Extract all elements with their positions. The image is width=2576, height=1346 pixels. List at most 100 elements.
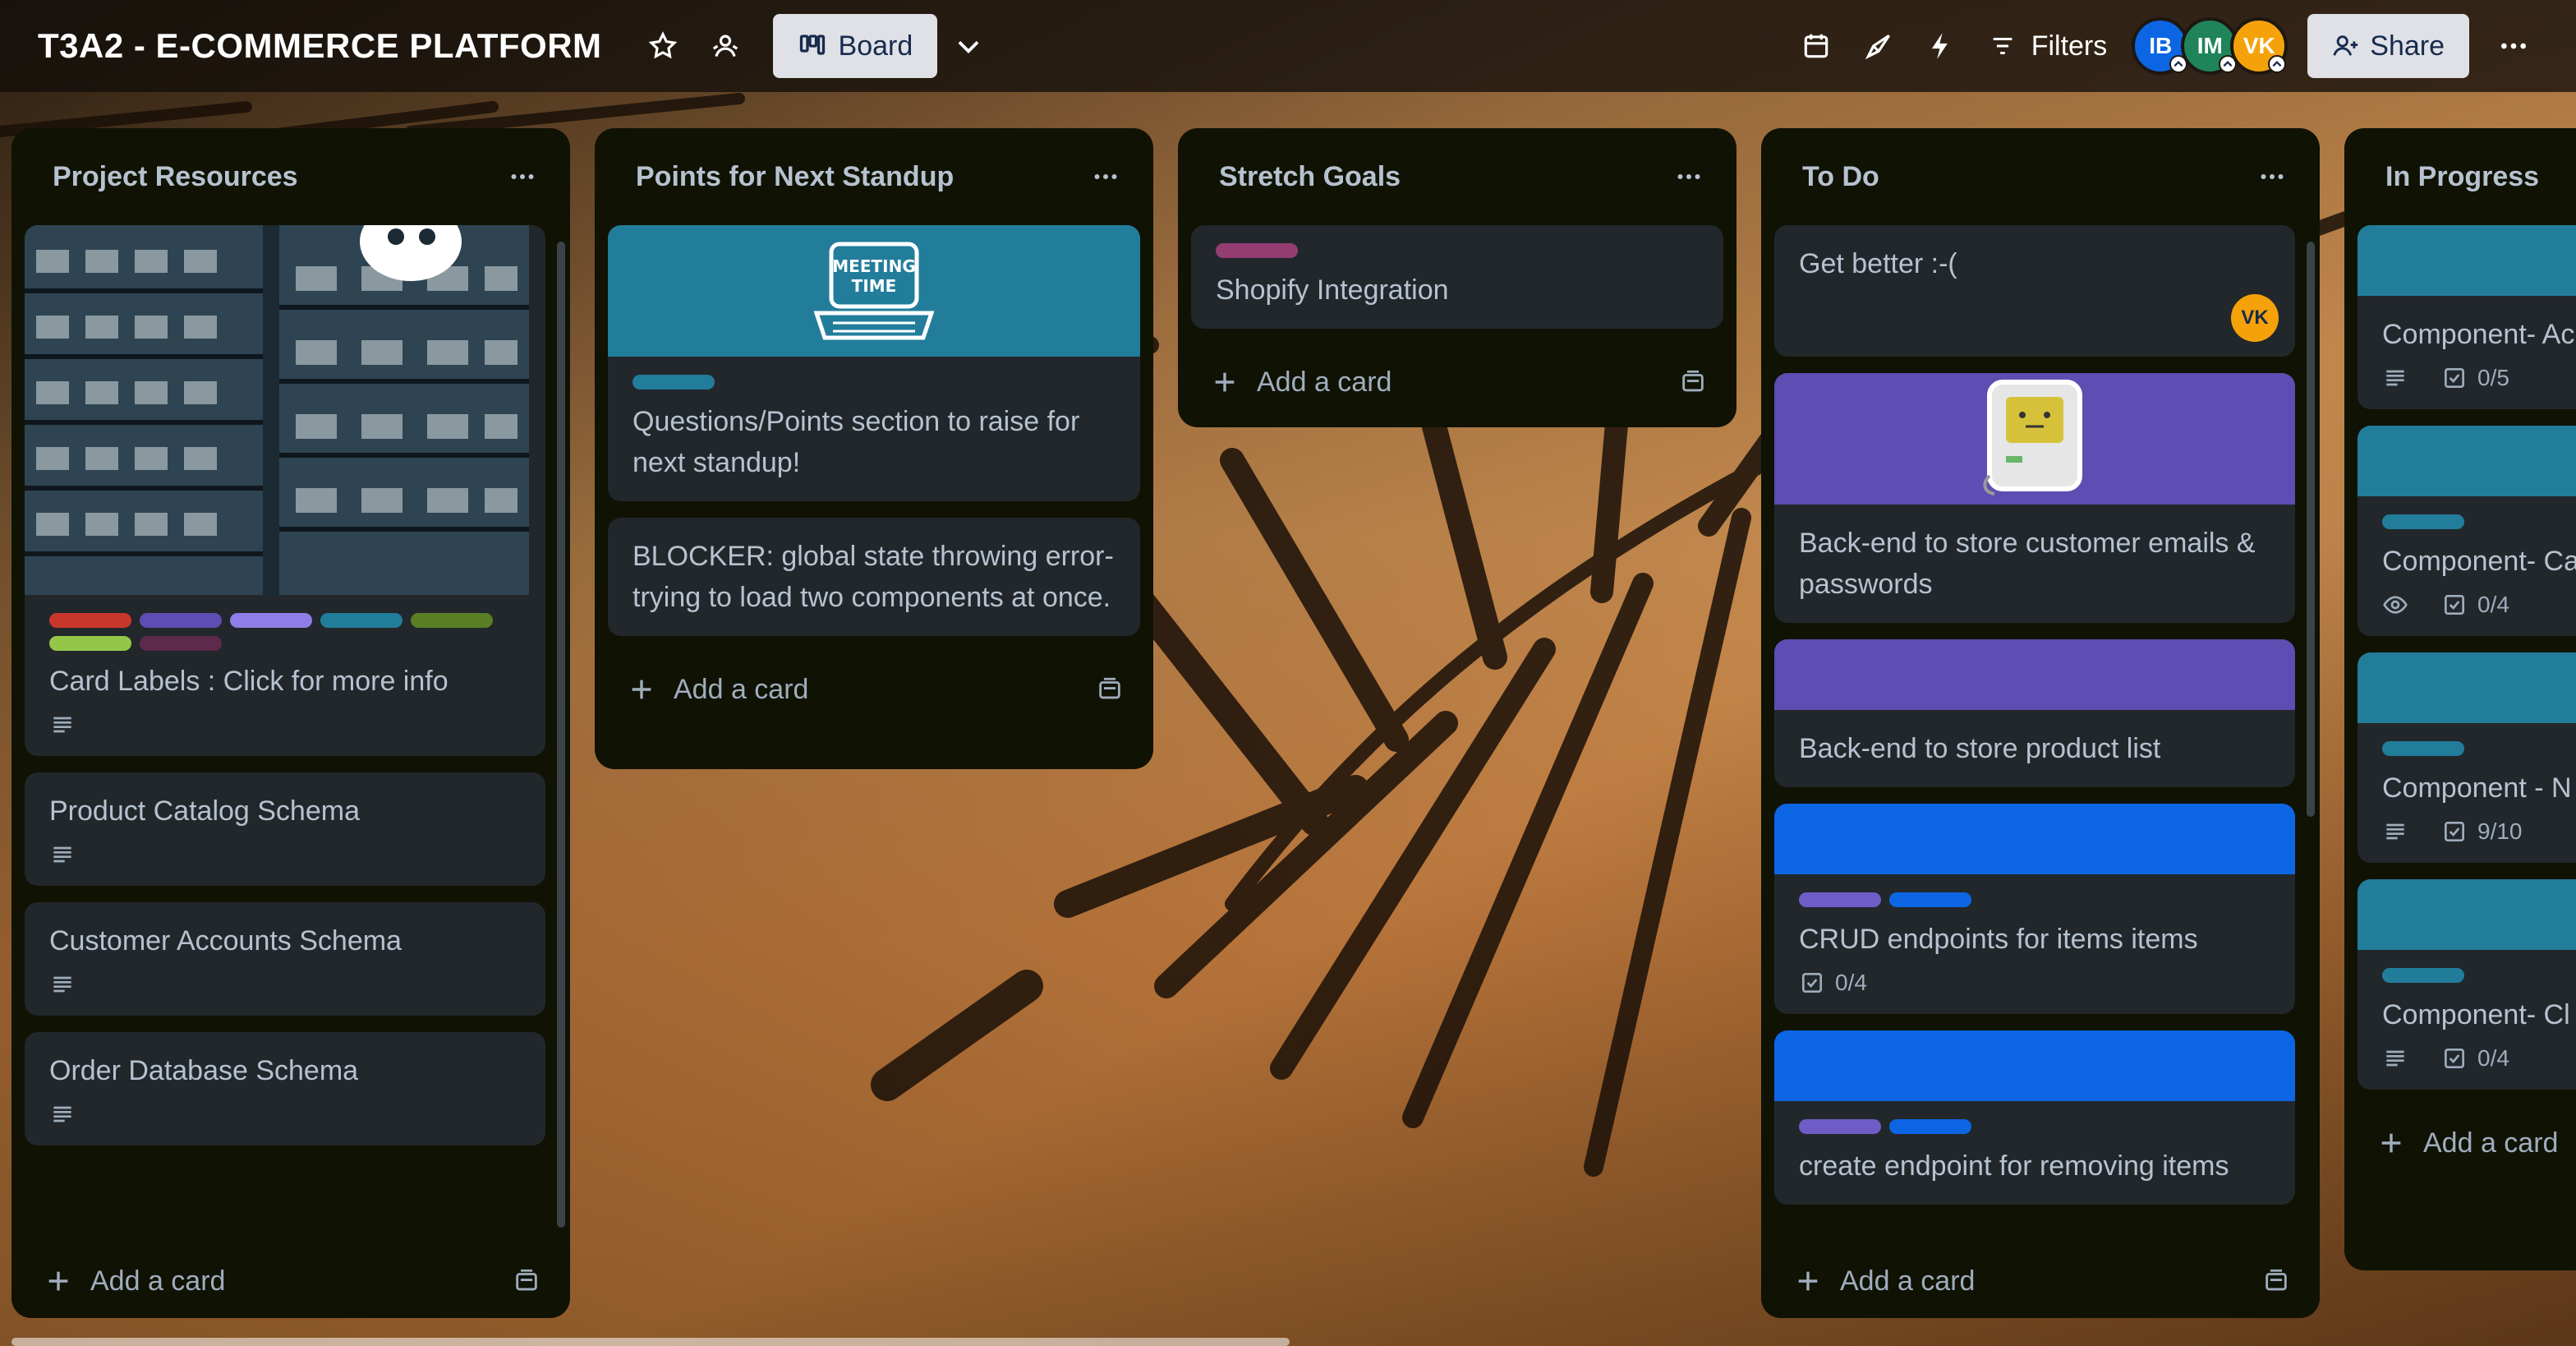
card[interactable]: Product Catalog Schema <box>25 772 545 886</box>
card-cover <box>2358 426 2576 496</box>
create-from-template-icon[interactable] <box>1096 675 1124 703</box>
description-icon <box>49 1101 76 1127</box>
list-menu-icon[interactable] <box>2249 154 2295 200</box>
card[interactable]: Shopify Integration <box>1191 225 1723 329</box>
card-label <box>2382 741 2464 756</box>
list-header: To Do <box>1761 128 2320 225</box>
svg-text:TIME: TIME <box>852 276 897 296</box>
card[interactable]: Back-end to store customer emails & pass… <box>1774 373 2295 623</box>
filters-button[interactable]: Filters <box>1989 30 2107 62</box>
card[interactable]: Get better :-( VK <box>1774 225 2295 357</box>
card-cover <box>1774 1030 2295 1101</box>
add-card-button[interactable]: Add a card <box>595 652 1153 726</box>
add-card-button[interactable]: Add a card <box>12 1244 570 1318</box>
card[interactable]: MEETING TIME Questions/Points section to… <box>608 225 1140 501</box>
rocket-icon[interactable] <box>1852 20 1905 72</box>
card[interactable]: Component- Cl 0/4 <box>2358 879 2576 1090</box>
card-label <box>140 636 222 651</box>
card-title: Back-end to store product list <box>1799 733 2161 764</box>
card[interactable]: Component - N 9/10 <box>2358 652 2576 863</box>
card[interactable]: Customer Accounts Schema <box>25 902 545 1016</box>
card-cover <box>2358 225 2576 296</box>
list-project-resources: Project Resources Card Labels: Click fo… <box>12 128 570 1318</box>
checklist-badge: 0/4 <box>2441 592 2509 618</box>
list-in-progress: In Progress Component- Ac 0/5 Component-… <box>2344 128 2576 1270</box>
card-cover: MEETING TIME <box>608 225 1140 357</box>
avatar[interactable]: VK <box>2230 17 2288 75</box>
plus-icon <box>1798 1271 1818 1291</box>
card[interactable]: Order Database Schema <box>25 1032 545 1145</box>
card[interactable]: Back-end to store product list <box>1774 639 2295 787</box>
card-label <box>140 613 222 628</box>
board-title[interactable]: T3A2 - E-COMMERCE PLATFORM <box>38 26 602 66</box>
card-member-avatar[interactable]: VK <box>2231 294 2279 342</box>
list-title[interactable]: To Do <box>1802 161 1879 193</box>
card-cover <box>2358 879 2576 950</box>
checklist-icon <box>1802 973 1822 993</box>
add-card-button[interactable]: Add a card <box>1761 1244 2320 1318</box>
card[interactable]: CRUD endpoints for items items 0/4 <box>1774 804 2295 1014</box>
card[interactable]: Component- Ac 0/5 <box>2358 225 2576 409</box>
list-scrollbar[interactable] <box>2307 242 2315 817</box>
card-label <box>1799 1119 1881 1134</box>
description-icon <box>49 841 76 868</box>
add-card-button[interactable]: Add a card <box>2344 1106 2576 1180</box>
svg-text:MEETING: MEETING <box>832 256 915 276</box>
admin-chevron-icon <box>2268 55 2287 73</box>
card-title: Customer Accounts Schema <box>49 925 402 956</box>
checklist-icon <box>2445 595 2464 615</box>
list-title[interactable]: Points for Next Standup <box>636 161 954 193</box>
board-horizontal-scrollbar[interactable] <box>12 1338 1290 1346</box>
description-icon <box>2382 365 2408 391</box>
star-icon[interactable] <box>637 20 689 72</box>
computer-sticker-icon <box>1983 380 2082 496</box>
list-menu-icon[interactable] <box>1666 154 1712 200</box>
chevron-down-icon[interactable] <box>942 20 995 72</box>
list-menu-icon[interactable] <box>1083 154 1129 200</box>
card-title: Component- Cl <box>2382 999 2570 1030</box>
share-button[interactable]: Share <box>2307 14 2469 78</box>
card-label <box>411 613 493 628</box>
card-title: BLOCKER: global state throwing error- tr… <box>632 541 1114 613</box>
board-members: IB IM VK <box>2132 17 2288 75</box>
board-header: T3A2 - E-COMMERCE PLATFORM Board Filters… <box>0 0 2576 92</box>
card-label <box>1889 1119 1971 1134</box>
add-person-icon <box>2333 35 2358 56</box>
add-card-button[interactable]: Add a card <box>1178 345 1736 419</box>
card-cover-image <box>25 225 529 595</box>
laptop-sticker-icon: MEETING TIME <box>813 242 935 340</box>
list-title[interactable]: In Progress <box>2385 161 2539 193</box>
card-title: Product Catalog Schema <box>49 795 360 827</box>
checklist-badge: 9/10 <box>2441 818 2523 845</box>
checklist-badge: 0/4 <box>1799 970 1867 996</box>
automation-bolt-icon[interactable] <box>1915 20 1967 72</box>
checklist-badge: 0/4 <box>2441 1045 2509 1072</box>
card[interactable]: Component- Ca 0/4 <box>2358 426 2576 636</box>
filter-icon <box>1993 37 2012 55</box>
create-from-template-icon[interactable] <box>1679 368 1707 396</box>
create-from-template-icon[interactable] <box>513 1267 540 1295</box>
card-title: Questions/Points section to raise for ne… <box>632 406 1080 478</box>
calendar-icon[interactable] <box>1790 20 1842 72</box>
card-label <box>1889 892 1971 907</box>
card-label <box>1216 243 1298 258</box>
list-stretch-goals: Stretch Goals Shopify Integration Add a … <box>1178 128 1736 427</box>
card[interactable]: Card Labels : Click for more info <box>25 225 545 756</box>
card-title: Component - N <box>2382 772 2572 804</box>
card-label <box>632 375 715 390</box>
list-scrollbar[interactable] <box>557 242 565 1228</box>
card-label <box>230 613 312 628</box>
list-title[interactable]: Stretch Goals <box>1219 161 1401 193</box>
create-from-template-icon[interactable] <box>2262 1267 2290 1295</box>
visibility-team-icon[interactable] <box>699 20 752 72</box>
checklist-icon <box>2445 822 2464 841</box>
card-title: Component- Ac <box>2382 319 2575 350</box>
share-label: Share <box>2370 30 2445 62</box>
card[interactable]: BLOCKER: global state throwing error- tr… <box>608 518 1140 636</box>
list-menu-icon[interactable] <box>499 154 545 200</box>
list-title[interactable]: Project Resources <box>53 161 298 193</box>
board-view-button[interactable]: Board <box>772 14 938 78</box>
more-icon[interactable] <box>2489 21 2538 71</box>
description-icon <box>49 971 76 998</box>
card[interactable]: create endpoint for removing items <box>1774 1030 2295 1205</box>
